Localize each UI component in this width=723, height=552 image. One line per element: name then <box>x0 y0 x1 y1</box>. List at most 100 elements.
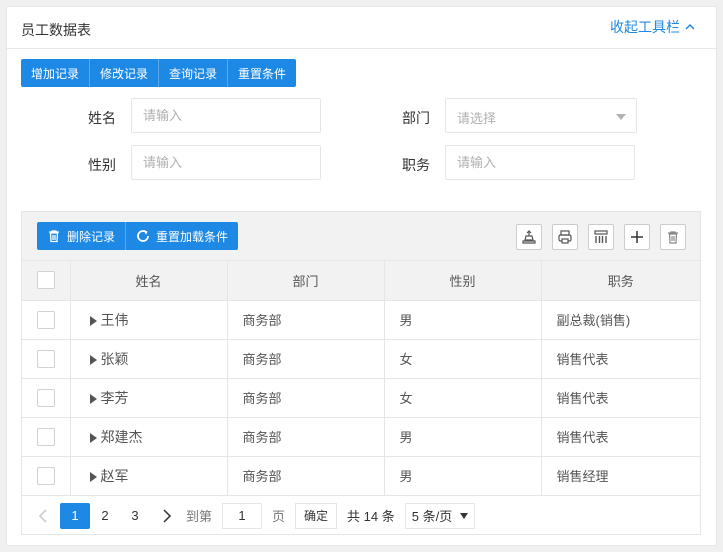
page-2-button[interactable]: 2 <box>90 503 120 529</box>
row-check-cell <box>22 378 71 418</box>
dept-select-placeholder: 请选择 <box>457 111 497 126</box>
add-icon[interactable] <box>624 224 650 250</box>
edit-record-button[interactable]: 修改记录 <box>90 59 160 87</box>
goto-label: 到第 <box>186 509 213 524</box>
table-row[interactable]: 郑建杰 商务部 男 销售代表 <box>22 417 700 457</box>
record-action-group: 增加记录 修改记录 查询记录 重置条件 <box>21 59 297 87</box>
panel-title: 员工数据表 <box>21 22 91 38</box>
name-cell: 张颖 <box>70 339 228 379</box>
gender-cell: 男 <box>384 456 542 496</box>
refresh-icon <box>137 230 149 242</box>
position-input[interactable] <box>445 145 635 180</box>
column-header-dept[interactable]: 部门 <box>227 261 385 301</box>
page-size-value: 5 条/页 <box>411 509 453 524</box>
chevron-up-icon <box>685 23 695 30</box>
table-row[interactable]: 李芳 商务部 女 销售代表 <box>22 378 700 418</box>
dept-cell: 商务部 <box>227 417 385 457</box>
column-header-gender[interactable]: 性别 <box>384 261 542 301</box>
dept-cell: 商务部 <box>227 456 385 496</box>
row-checkbox[interactable] <box>36 388 55 407</box>
table-toolbar: 删除记录 重置加载条件 <box>22 212 700 261</box>
query-record-button[interactable]: 查询记录 <box>159 59 229 87</box>
reset-conditions-button[interactable]: 重置条件 <box>228 59 297 87</box>
table-action-group: 删除记录 重置加载条件 <box>37 222 239 250</box>
employee-panel: 员工数据表 收起工具栏 增加记录 修改记录 查询记录 重置条件 姓名 部门 请选… <box>6 6 717 546</box>
trash-icon <box>49 230 59 243</box>
next-page-button[interactable] <box>158 507 176 525</box>
column-header-name[interactable]: 姓名 <box>70 261 228 301</box>
dept-select[interactable]: 请选择 <box>445 98 637 133</box>
row-checkbox[interactable] <box>36 349 55 368</box>
gender-label: 性别 <box>88 157 116 173</box>
row-check-cell <box>22 339 71 379</box>
caret-down-icon <box>460 512 469 519</box>
delete-record-label: 删除记录 <box>67 229 116 244</box>
reload-conditions-label: 重置加载条件 <box>156 229 229 244</box>
export-icon[interactable] <box>516 224 542 250</box>
name-cell: 李芳 <box>70 378 228 418</box>
dept-cell: 商务部 <box>227 339 385 379</box>
position-label: 职务 <box>402 157 430 173</box>
name-cell: 郑建杰 <box>70 417 228 457</box>
page-size-select[interactable]: 5 条/页 <box>404 502 476 529</box>
row-check-cell <box>22 456 71 496</box>
row-checkbox[interactable] <box>36 427 55 446</box>
position-cell: 销售代表 <box>541 339 700 379</box>
table-row[interactable]: 赵军 商务部 男 销售经理 <box>22 456 700 496</box>
employee-name: 李芳 <box>100 389 129 406</box>
employee-name: 郑建杰 <box>100 428 143 445</box>
expand-caret-icon[interactable] <box>89 315 97 326</box>
table-row[interactable]: 张颖 商务部 女 销售代表 <box>22 339 700 379</box>
add-record-button[interactable]: 增加记录 <box>21 59 91 87</box>
row-check-cell <box>22 300 71 340</box>
prev-page-button[interactable] <box>34 507 52 525</box>
employee-table: 姓名 部门 性别 职务 王伟 商务部 男 副总裁(销售) 张颖 商务部 女 销售… <box>22 261 700 496</box>
reload-conditions-button[interactable]: 重置加载条件 <box>126 222 239 250</box>
gender-cell: 女 <box>384 378 542 418</box>
position-cell: 销售代表 <box>541 417 700 457</box>
position-cell: 销售代表 <box>541 378 700 418</box>
gender-cell: 男 <box>384 300 542 340</box>
collapse-toolbar-label: 收起工具栏 <box>610 19 680 35</box>
goto-page-input[interactable] <box>222 502 263 529</box>
row-checkbox[interactable] <box>36 466 55 485</box>
panel-header: 员工数据表 收起工具栏 <box>7 7 716 49</box>
dept-cell: 商务部 <box>227 378 385 418</box>
gender-cell: 女 <box>384 339 542 379</box>
name-label: 姓名 <box>88 110 116 126</box>
pagination: 1 2 3 到第 页 确定 共 14 条 5 条/页 <box>22 496 700 535</box>
table-row[interactable]: 王伟 商务部 男 副总裁(销售) <box>22 300 700 340</box>
columns-icon[interactable] <box>588 224 614 250</box>
employee-name: 张颖 <box>100 350 129 367</box>
expand-caret-icon[interactable] <box>89 354 97 365</box>
gender-input[interactable] <box>131 145 321 180</box>
page-unit-label: 页 <box>272 509 286 524</box>
employee-name: 王伟 <box>100 311 129 328</box>
trash-icon[interactable] <box>660 224 686 250</box>
column-header-position[interactable]: 职务 <box>541 261 700 301</box>
page-3-button[interactable]: 3 <box>120 503 150 529</box>
delete-record-button[interactable]: 删除记录 <box>37 222 127 250</box>
row-check-cell <box>22 417 71 457</box>
employee-name: 赵军 <box>100 467 129 484</box>
expand-caret-icon[interactable] <box>89 393 97 404</box>
expand-caret-icon[interactable] <box>89 471 97 482</box>
name-cell: 赵军 <box>70 456 228 496</box>
position-cell: 销售经理 <box>541 456 700 496</box>
name-cell: 王伟 <box>70 300 228 340</box>
table-tool-icons <box>516 224 686 250</box>
goto-confirm-button[interactable]: 确定 <box>295 502 338 529</box>
select-all-checkbox[interactable] <box>36 271 55 290</box>
chevron-right-icon <box>163 508 172 523</box>
table-header-row: 姓名 部门 性别 职务 <box>22 261 700 301</box>
total-count: 共 14 条 <box>347 509 395 524</box>
gender-cell: 男 <box>384 417 542 457</box>
expand-caret-icon[interactable] <box>89 432 97 443</box>
print-icon[interactable] <box>552 224 578 250</box>
page-1-button[interactable]: 1 <box>60 502 90 529</box>
name-input[interactable] <box>131 98 321 133</box>
row-checkbox[interactable] <box>36 310 55 329</box>
collapse-toolbar-link[interactable]: 收起工具栏 <box>610 17 696 37</box>
chevron-left-icon <box>38 508 47 523</box>
caret-down-icon <box>616 114 626 120</box>
